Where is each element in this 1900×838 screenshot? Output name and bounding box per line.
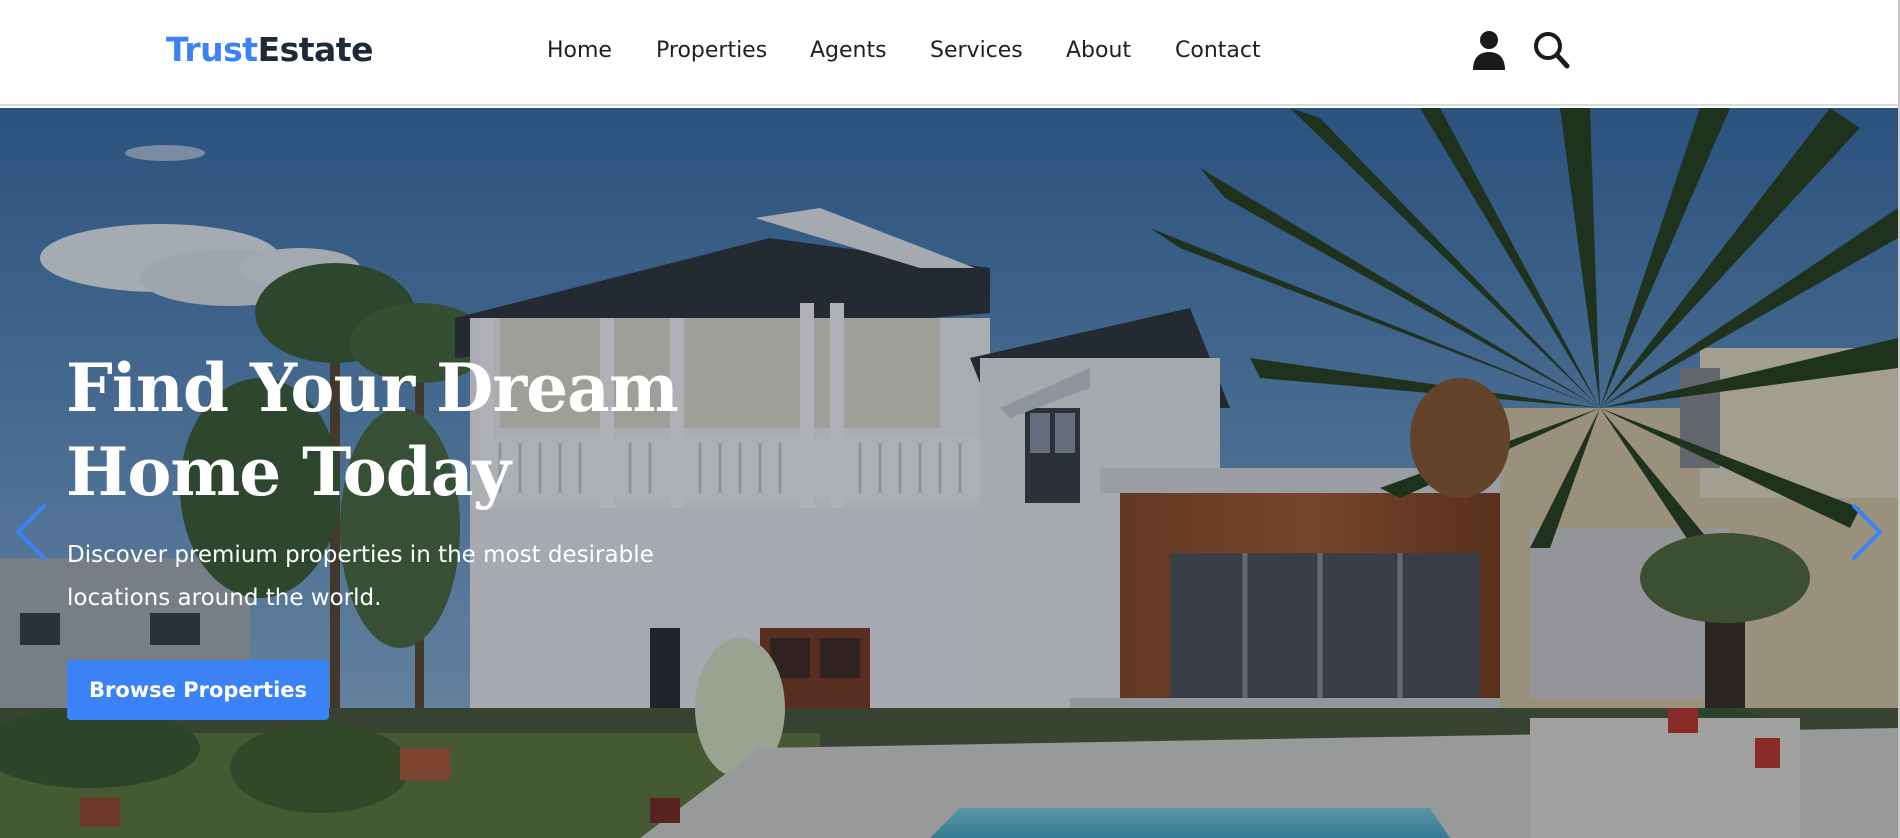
- site-header: TrustEstate Home Properties Agents Servi…: [0, 0, 1898, 106]
- logo-part-estate: Estate: [257, 30, 374, 69]
- chevron-left-icon[interactable]: [12, 500, 52, 564]
- hero-slider: Find Your Dream Home Today Discover prem…: [0, 108, 1898, 838]
- hero-heading-line-2: Home Today: [66, 433, 511, 511]
- nav-services[interactable]: Services: [930, 36, 1023, 66]
- search-icon[interactable]: [1531, 28, 1571, 72]
- nav-agents[interactable]: Agents: [810, 36, 887, 66]
- chevron-right-icon[interactable]: [1846, 500, 1886, 564]
- hero-subtitle-line-2: locations around the world.: [67, 585, 382, 611]
- hero-subtitle-line-1: Discover premium properties in the most …: [67, 542, 654, 568]
- nav-properties[interactable]: Properties: [656, 36, 767, 66]
- nav-about[interactable]: About: [1066, 36, 1131, 66]
- hero-subtitle: Discover premium properties in the most …: [67, 534, 727, 620]
- logo-part-trust: Trust: [166, 30, 258, 69]
- user-icon[interactable]: [1469, 28, 1509, 72]
- nav-home[interactable]: Home: [547, 36, 612, 66]
- browse-properties-button[interactable]: Browse Properties: [67, 660, 329, 720]
- logo[interactable]: TrustEstate: [166, 30, 373, 70]
- hero-heading-line-1: Find Your Dream: [66, 349, 679, 427]
- nav-contact[interactable]: Contact: [1175, 36, 1261, 66]
- hero-heading: Find Your Dream Home Today: [66, 346, 786, 514]
